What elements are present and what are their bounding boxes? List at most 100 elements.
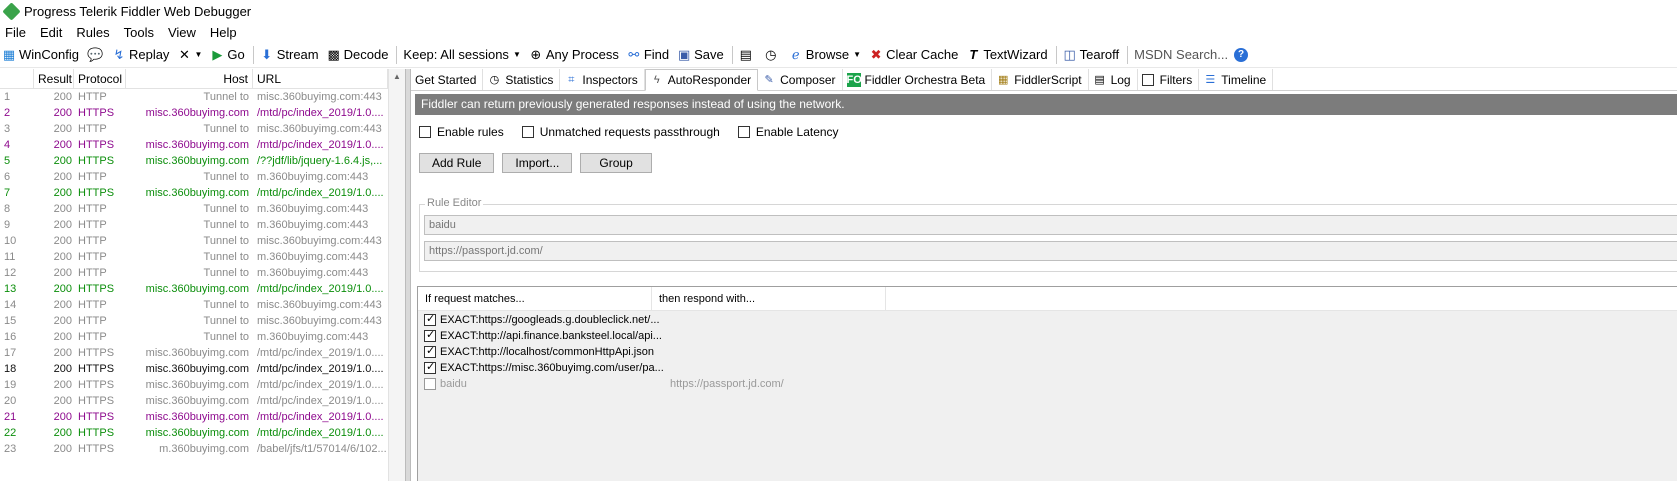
session-row[interactable]: 13 200 HTTPS misc.360buyimg.com/mtd/pc/inde… bbox=[0, 281, 405, 297]
keep-sessions-dropdown[interactable]: Keep: All sessions ▼ bbox=[403, 47, 520, 62]
clear-cache-button[interactable]: ✖ Clear Cache bbox=[869, 47, 959, 62]
rule-match: EXACT:https://misc.360buyimg.com/user/pa… bbox=[440, 362, 664, 374]
tab-autoresponder[interactable]: ϟ AutoResponder bbox=[644, 69, 759, 91]
session-row[interactable]: 20 200 HTTPS misc.360buyimg.com/mtd/pc/inde… bbox=[0, 393, 405, 409]
column-header-respond[interactable]: then respond with... bbox=[652, 287, 886, 310]
menu-edit[interactable]: Edit bbox=[40, 25, 62, 40]
rule-enabled-checkbox[interactable] bbox=[424, 328, 436, 342]
find-button[interactable]: ⚯ Find bbox=[627, 47, 669, 62]
session-url: /mtd/pc/index_2019/1.0.... bbox=[257, 379, 384, 391]
column-header-url[interactable]: URL bbox=[253, 69, 388, 89]
textwizard-button[interactable]: T TextWizard bbox=[966, 47, 1047, 62]
scroll-up-icon[interactable]: ▲ bbox=[389, 69, 405, 85]
stream-button[interactable]: ⬇ Stream bbox=[260, 47, 318, 62]
menu-rules[interactable]: Rules bbox=[76, 25, 109, 40]
session-row[interactable]: 17 200 HTTPS misc.360buyimg.com/mtd/pc/inde… bbox=[0, 345, 405, 361]
session-protocol: HTTPS bbox=[78, 139, 115, 151]
column-header-protocol[interactable]: Protocol bbox=[74, 69, 126, 89]
session-row[interactable]: 18 200 HTTPS misc.360buyimg.com/mtd/pc/inde… bbox=[0, 361, 405, 377]
replay-button[interactable]: ↯ Replay bbox=[112, 47, 170, 62]
session-host: Tunnel to bbox=[203, 91, 249, 103]
screenshot-button[interactable]: ▤ bbox=[739, 47, 756, 62]
session-row[interactable]: 23 200 HTTPS m.360buyimg.com/babel/jfs/t1/5… bbox=[0, 441, 405, 457]
group-button[interactable]: Group bbox=[580, 153, 652, 173]
session-row[interactable]: 5 200 HTTPS misc.360buyimg.com /??jdf/lib/jq… bbox=[0, 153, 405, 169]
remove-button[interactable]: ✕ ▼ bbox=[177, 47, 202, 62]
session-list-scrollbar[interactable]: ▲ bbox=[388, 69, 405, 481]
tab-inspectors[interactable]: ⌗ Inspectors bbox=[560, 69, 645, 90]
timer-button[interactable]: ◷ bbox=[764, 47, 781, 62]
tab-statistics[interactable]: ◷ Statistics bbox=[483, 69, 561, 90]
session-row[interactable]: 22 200 HTTPS misc.360buyimg.com/mtd/pc/inde… bbox=[0, 425, 405, 441]
menu-help[interactable]: Help bbox=[210, 25, 237, 40]
rule-row[interactable]: baidu https://passport.jd.com/ bbox=[418, 376, 1677, 392]
menu-tools[interactable]: Tools bbox=[124, 25, 154, 40]
tab-fiddler-orchestra[interactable]: FO Fiddler Orchestra Beta bbox=[843, 69, 993, 90]
checkbox[interactable] bbox=[419, 126, 431, 138]
rule-row[interactable]: EXACT:http://localhost/commonHttpApi.jso… bbox=[418, 344, 1677, 360]
session-row[interactable]: 3 200 HTTP Tunnel to misc.360buyimg.com:443 bbox=[0, 121, 405, 137]
menu-file[interactable]: File bbox=[5, 25, 26, 40]
rule-enabled-checkbox[interactable] bbox=[424, 344, 436, 358]
column-header-match[interactable]: If request matches... bbox=[418, 287, 652, 310]
rule-row[interactable]: EXACT:https://misc.360buyimg.com/user/pa… bbox=[418, 360, 1677, 376]
session-result: 200 bbox=[53, 315, 72, 327]
session-row[interactable]: 1 200 HTTP Tunnel to misc.360buyimg.com:443 bbox=[0, 89, 405, 105]
add-rule-button[interactable]: Add Rule bbox=[419, 153, 495, 173]
winconfig-button[interactable]: ▦ WinConfig bbox=[2, 47, 79, 62]
session-protocol: HTTPS bbox=[78, 347, 115, 359]
session-row[interactable]: 2 200 HTTPS misc.360buyimg.com/mtd/pc/index… bbox=[0, 105, 405, 121]
checkbox[interactable] bbox=[521, 126, 534, 138]
rule-enabled-checkbox[interactable] bbox=[424, 312, 436, 326]
session-row[interactable]: 7 200 HTTPS misc.360buyimg.com/mtd/pc/index… bbox=[0, 185, 405, 201]
rule-enabled-checkbox[interactable] bbox=[424, 378, 436, 390]
save-button[interactable]: ▣ Save bbox=[677, 47, 724, 62]
column-header-result[interactable]: Result bbox=[34, 69, 74, 89]
rule-enabled-checkbox[interactable] bbox=[424, 360, 436, 374]
session-host: misc.360buyimg.com bbox=[145, 155, 249, 167]
tab-composer[interactable]: ✎ Composer bbox=[758, 69, 843, 90]
go-button[interactable]: ▶ Go bbox=[210, 47, 244, 62]
session-row[interactable]: 10 200 HTTP Tunnel to misc.360buyimg.com:443 bbox=[0, 233, 405, 249]
tab-filters[interactable]: Filters bbox=[1138, 69, 1200, 90]
enable-rules-checkbox[interactable]: Enable rules bbox=[419, 125, 504, 139]
enable-latency-checkbox[interactable]: Enable Latency bbox=[737, 125, 839, 139]
menu-view[interactable]: View bbox=[168, 25, 196, 40]
help-icon[interactable]: ? bbox=[1234, 47, 1249, 62]
session-row[interactable]: 21 200 HTTPS misc.360buyimg.com/mtd/pc/inde… bbox=[0, 409, 405, 425]
browse-button[interactable]: ℯ Browse ▼ bbox=[789, 47, 861, 62]
session-row[interactable]: 4 200 HTTPS misc.360buyimg.com/mtd/pc/index… bbox=[0, 137, 405, 153]
session-row[interactable]: 8 200 HTTP Tunnel to m.360buyimg.com:443 bbox=[0, 201, 405, 217]
session-protocol: HTTP bbox=[78, 219, 107, 231]
session-row[interactable]: 15 200 HTTP Tunnel to misc.360buyimg.com:443 bbox=[0, 313, 405, 329]
column-header-number[interactable] bbox=[0, 69, 34, 89]
import-button[interactable]: Import... bbox=[502, 153, 573, 173]
session-row[interactable]: 12 200 HTTP Tunnel to m.360buyimg.com:443 bbox=[0, 265, 405, 281]
comment-button[interactable]: 💬 bbox=[87, 47, 104, 62]
rule-row[interactable]: EXACT:https://googleads.g.doubleclick.ne… bbox=[418, 312, 1677, 328]
session-url: misc.360buyimg.com:443 bbox=[257, 123, 382, 135]
session-row[interactable]: 11 200 HTTP Tunnel to m.360buyimg.com:443 bbox=[0, 249, 405, 265]
unmatched-passthrough-checkbox[interactable]: Unmatched requests passthrough bbox=[521, 125, 720, 139]
msdn-search-input[interactable]: MSDN Search... bbox=[1134, 47, 1228, 62]
tearoff-button[interactable]: ◫ Tearoff bbox=[1063, 47, 1119, 62]
session-host: misc.360buyimg.com bbox=[145, 363, 249, 375]
session-row[interactable]: 19 200 HTTPS misc.360buyimg.com/mtd/pc/inde… bbox=[0, 377, 405, 393]
checkbox[interactable] bbox=[737, 126, 750, 138]
respond-field[interactable]: https://passport.jd.com/ bbox=[424, 241, 1677, 261]
tab-fiddlerscript[interactable]: ▦ FiddlerScript bbox=[992, 69, 1089, 90]
session-row[interactable]: 16 200 HTTP Tunnel to m.360buyimg.com:443 bbox=[0, 329, 405, 345]
session-row[interactable]: 6 200 HTTP Tunnel to m.360buyimg.com:443 bbox=[0, 169, 405, 185]
any-process-button[interactable]: ⊕ Any Process bbox=[529, 47, 618, 62]
column-header-host[interactable]: Host bbox=[126, 69, 253, 89]
decode-button[interactable]: ▩ Decode bbox=[327, 47, 388, 62]
session-row[interactable]: 14 200 HTTP Tunnel to misc.360buyimg.com:443 bbox=[0, 297, 405, 313]
tab-get-started[interactable]: Get Started bbox=[411, 69, 484, 90]
tab-log[interactable]: ▤ Log bbox=[1089, 69, 1138, 90]
tab-timeline[interactable]: ☰ Timeline bbox=[1199, 69, 1274, 90]
session-row[interactable]: 9 200 HTTP Tunnel to m.360buyimg.com:443 bbox=[0, 217, 405, 233]
lightning-icon: ϟ bbox=[653, 74, 660, 86]
rule-row[interactable]: EXACT:http://api.finance.banksteel.local… bbox=[418, 328, 1677, 344]
match-field[interactable]: baidu bbox=[424, 215, 1677, 235]
filters-checkbox-icon[interactable] bbox=[1141, 73, 1154, 86]
